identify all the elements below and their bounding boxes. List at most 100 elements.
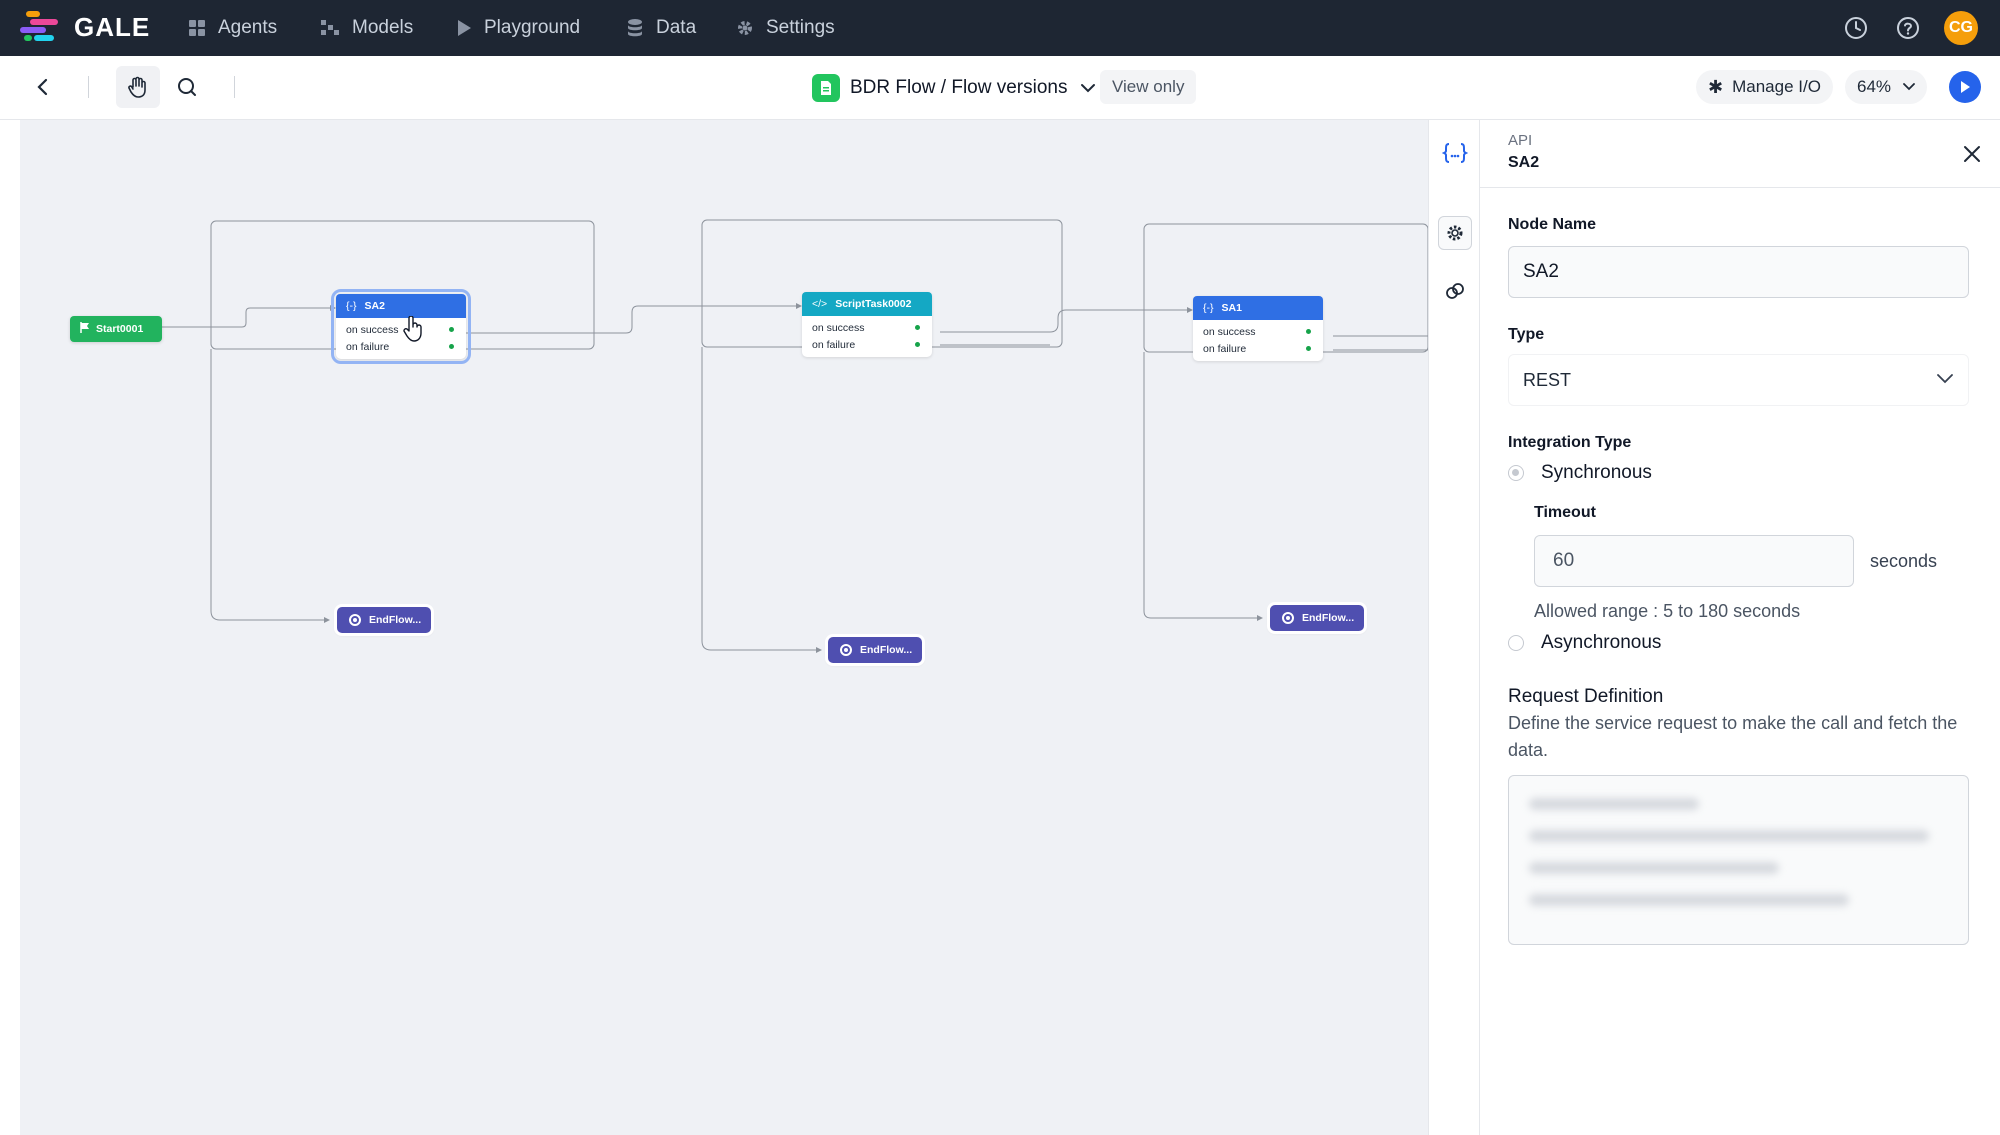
pointer-cursor-icon	[403, 316, 422, 342]
output-port[interactable]	[1306, 329, 1311, 334]
node-title: ScriptTask0002	[835, 298, 912, 310]
asterisk-icon: ✱	[1708, 76, 1724, 97]
end-circle-icon	[840, 644, 852, 656]
type-select-value: REST	[1523, 369, 1572, 390]
chevron-left-icon	[37, 78, 48, 96]
nav-item-playground[interactable]: Playground	[456, 14, 580, 42]
request-definition-description: Define the service request to make the c…	[1508, 713, 1958, 760]
end-node-label: EndFlow...	[860, 644, 913, 656]
node-output-success: on success	[802, 319, 932, 336]
node-title: SA1	[1221, 302, 1242, 314]
output-port[interactable]	[915, 325, 920, 330]
node-name-input[interactable]: SA2	[1508, 246, 1969, 298]
timeout-unit: seconds	[1870, 551, 1938, 571]
output-label: on success	[346, 323, 399, 336]
flow-connections	[162, 219, 1428, 653]
node-header: {-} SA1	[1193, 296, 1323, 320]
flow-node-sa1[interactable]: {-} SA1 on success on failure	[1193, 296, 1323, 361]
type-label: Type	[1508, 326, 1545, 343]
output-port[interactable]	[1306, 346, 1311, 351]
flow-canvas[interactable]: Start0001 {-} SA2 on success on failure …	[20, 120, 1428, 1135]
end-circle-icon	[349, 614, 361, 626]
node-output-success: on success	[336, 321, 466, 338]
output-label: on failure	[346, 340, 390, 353]
synchronous-radio[interactable]	[1508, 465, 1524, 481]
view-only-badge: View only	[1100, 70, 1197, 104]
app-name: GALE	[74, 11, 151, 42]
search-button[interactable]	[172, 72, 202, 102]
nav-item-agents[interactable]: Agents	[188, 14, 277, 42]
nav-item-label: Models	[352, 17, 414, 38]
end-flow-node[interactable]: EndFlow...	[337, 607, 432, 633]
panel-header: API SA2	[1480, 120, 2000, 188]
end-flow-node[interactable]: EndFlow...	[1270, 605, 1365, 631]
output-port[interactable]	[915, 342, 920, 347]
nav-item-label: Data	[656, 17, 697, 38]
connections-tab[interactable]	[1438, 274, 1472, 308]
play-icon	[1961, 81, 1970, 93]
output-label: on failure	[812, 338, 856, 351]
node-output-failure: on failure	[802, 336, 932, 353]
nav-item-label: Settings	[766, 17, 835, 38]
pan-tool-button[interactable]	[116, 66, 160, 108]
app-logo[interactable]: GALE	[20, 10, 150, 44]
blurred-content	[1529, 830, 1929, 842]
help-button[interactable]	[1892, 12, 1924, 44]
back-button[interactable]	[28, 72, 58, 102]
end-flow-node[interactable]: EndFlow...	[828, 637, 923, 663]
node-header: {-} SA2	[336, 294, 466, 318]
node-header: </> ScriptTask0002	[802, 292, 932, 316]
flow-node-sa2[interactable]: {-} SA2 on success on failure	[331, 289, 471, 364]
gear-icon	[1447, 225, 1463, 241]
settings-tab[interactable]	[1438, 216, 1472, 250]
request-definition-editor[interactable]	[1508, 775, 1969, 945]
type-select[interactable]: REST	[1508, 354, 1969, 406]
run-flow-button[interactable]	[1949, 71, 1981, 103]
node-output-success: on success	[1193, 323, 1323, 340]
blurred-content	[1529, 862, 1779, 874]
gale-logo-icon	[20, 11, 58, 41]
start-node-label: Start0001	[96, 323, 144, 335]
nav-item-settings[interactable]: Settings	[736, 14, 835, 42]
gear-icon	[738, 21, 752, 35]
grid-icon	[189, 20, 205, 36]
request-definition-title: Request Definition	[1508, 686, 1664, 707]
nav-item-data[interactable]: Data	[626, 14, 696, 42]
asynchronous-radio-option[interactable]: Asynchronous	[1508, 632, 1661, 654]
database-icon	[628, 19, 642, 37]
synchronous-label: Synchronous	[1541, 462, 1652, 483]
flow-toolbar: BDR Flow / Flow versions View only ✱ Man…	[0, 56, 2000, 120]
timeout-label: Timeout	[1534, 504, 1596, 521]
flow-node-scripttask0002[interactable]: </> ScriptTask0002 on success on failure	[802, 292, 932, 357]
api-node-tab[interactable]	[1438, 136, 1472, 170]
synchronous-radio-option[interactable]: Synchronous	[1508, 462, 1652, 484]
nav-item-models[interactable]: Models	[320, 14, 413, 42]
node-name-heading: SA2	[1508, 154, 1540, 171]
zoom-dropdown[interactable]: 64%	[1845, 70, 1928, 104]
link-icon	[1446, 283, 1464, 299]
history-button[interactable]	[1840, 12, 1872, 44]
node-output-failure: on failure	[1193, 340, 1323, 357]
output-port[interactable]	[449, 327, 454, 332]
clock-icon	[1845, 17, 1867, 39]
timeout-range-hint: Allowed range : 5 to 180 seconds	[1534, 601, 1801, 621]
asynchronous-radio[interactable]	[1508, 635, 1524, 651]
nav-item-label: Playground	[484, 17, 581, 38]
close-panel-button[interactable]	[1958, 140, 1986, 168]
node-properties-panel: API SA2 Node Name SA2 Type REST Integrat…	[1480, 120, 2000, 1135]
help-icon	[1897, 17, 1919, 39]
manage-io-button[interactable]: ✱ Manage I/O	[1696, 70, 1833, 104]
user-avatar[interactable]: CG	[1944, 11, 1978, 45]
toolbar-divider	[88, 76, 89, 98]
flow-title-dropdown[interactable]: BDR Flow / Flow versions	[812, 72, 1096, 104]
api-icon: {-}	[1203, 302, 1214, 314]
chevron-down-icon	[1937, 374, 1953, 384]
chevron-down-icon	[1903, 83, 1915, 91]
output-port[interactable]	[449, 344, 454, 349]
code-icon: </>	[812, 298, 828, 310]
timeout-input[interactable]: 60	[1534, 535, 1854, 587]
start-node[interactable]: Start0001	[70, 316, 162, 342]
end-circle-icon	[1282, 612, 1294, 624]
manage-io-label: Manage I/O	[1732, 77, 1821, 96]
asynchronous-label: Asynchronous	[1541, 632, 1662, 653]
